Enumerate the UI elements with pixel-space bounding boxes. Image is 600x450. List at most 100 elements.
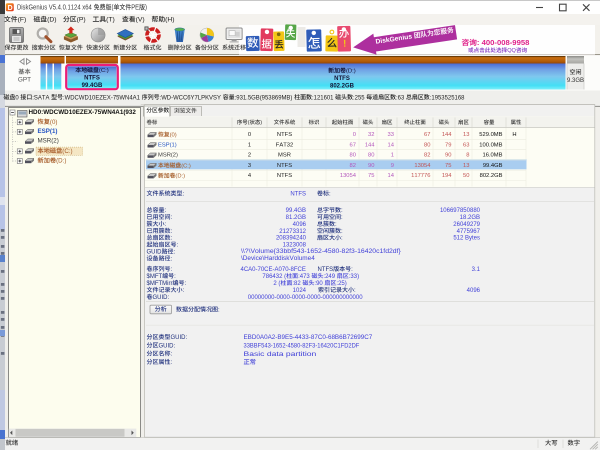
- svg-text:100.0MB: 100.0MB: [479, 142, 502, 148]
- svg-text:802.2GB: 802.2GB: [330, 83, 355, 89]
- svg-text::121601: :121601: [312, 95, 334, 101]
- svg-text:208394240: 208394240: [276, 236, 307, 242]
- svg-text::90: :90: [314, 281, 323, 287]
- svg-text:(T): (T): [106, 17, 115, 24]
- svg-text:NTFS: NTFS: [277, 173, 292, 179]
- svg-text:GUID: GUID: [147, 250, 163, 256]
- svg-text:21273312: 21273312: [279, 229, 306, 235]
- svg-text:8: 8: [466, 153, 469, 159]
- svg-text:(H): (H): [165, 17, 174, 24]
- svg-text:): ): [260, 120, 262, 126]
- svg-text:(V): (V): [136, 17, 145, 24]
- svg-text:13: 13: [463, 132, 469, 138]
- svg-text:4096: 4096: [467, 288, 481, 294]
- svg-text:NTFS: NTFS: [334, 76, 350, 82]
- svg-text:80: 80: [350, 153, 356, 159]
- svg-text:63: 63: [463, 142, 469, 148]
- svg-text:MSR: MSR: [278, 153, 291, 159]
- svg-text:13: 13: [463, 163, 469, 169]
- svg-text:79: 79: [445, 142, 451, 148]
- svg-text:(C:): (C:): [62, 148, 72, 155]
- svg-text:\Device\HarddiskVolume4: \Device\HarddiskVolume4: [241, 255, 315, 262]
- svg-text:(0): (0): [170, 132, 177, 138]
- svg-text:EBD0A0A2-B9E5-4433-87C0-68B6B7: EBD0A0A2-B9E5-4433-87C0-68B6B72699C7: [244, 334, 373, 341]
- svg-text:194: 194: [442, 173, 452, 179]
- svg-text::WD-WCC6Y7LPKVSY: :WD-WCC6Y7LPKVSY: [160, 95, 221, 101]
- svg-text:1024: 1024: [293, 288, 307, 294]
- svg-text:3: 3: [248, 163, 251, 169]
- svg-text:16.0MB: 16.0MB: [483, 153, 503, 159]
- svg-text:80: 80: [368, 153, 374, 159]
- svg-text:(D:): (D:): [56, 158, 66, 165]
- svg-text:NTFS: NTFS: [277, 163, 292, 169]
- svg-text:(D:): (D:): [346, 69, 356, 75]
- svg-text:3.1: 3.1: [472, 267, 481, 273]
- svg-text::931.5GB(953869MB): :931.5GB(953869MB): [235, 95, 293, 101]
- svg-text:ESP(1): ESP(1): [158, 142, 177, 148]
- svg-text::1953525168: :1953525168: [430, 95, 465, 101]
- svg-text::WDCWD10EZEX-75WN4A1: :WDCWD10EZEX-75WN4A1: [63, 95, 140, 101]
- svg-text:4775967: 4775967: [457, 229, 481, 235]
- svg-text:106697850880: 106697850880: [440, 208, 481, 214]
- svg-text:MSR(2): MSR(2): [38, 138, 59, 145]
- svg-text:(P): (P): [77, 17, 86, 24]
- svg-text:33: 33: [388, 132, 394, 138]
- svg-text::255: :255: [353, 95, 365, 101]
- svg-text:512 Bytes: 512 Bytes: [453, 236, 480, 242]
- svg-text:D: D: [8, 5, 13, 12]
- svg-text:802.2GB: 802.2GB: [480, 173, 503, 179]
- svg-text:90: 90: [445, 153, 451, 159]
- svg-text:90: 90: [368, 163, 374, 169]
- svg-text:0: 0: [353, 132, 356, 138]
- svg-text:: 400-008-9958: : 400-008-9958: [477, 38, 530, 47]
- svg-text:H: H: [512, 132, 516, 138]
- svg-text:117776: 117776: [411, 173, 430, 179]
- svg-text:NTFS: NTFS: [277, 132, 292, 138]
- svg-text:): ): [145, 4, 147, 12]
- svg-text::25): :25): [336, 281, 346, 287]
- svg-text:786432 (: 786432 (: [262, 274, 286, 280]
- svg-text:PE: PE: [131, 4, 139, 12]
- svg-text:FAT32: FAT32: [276, 142, 293, 148]
- svg-text:HD0:WDCWD10EZEX-75WN4A1(932: HD0:WDCWD10EZEX-75WN4A1(932: [29, 109, 137, 116]
- svg-text:144: 144: [365, 142, 375, 148]
- svg-text:(C:): (C:): [99, 68, 109, 74]
- svg-text:14: 14: [388, 142, 395, 148]
- svg-text:67: 67: [424, 132, 430, 138]
- svg-text::473: :473: [298, 274, 310, 280]
- svg-text:81.2GB: 81.2GB: [286, 215, 306, 221]
- svg-text:GPT: GPT: [18, 76, 31, 83]
- svg-text:\\?\Volume{33bbf543-1652-4580-: \\?\Volume{33bbf543-1652-4580-82f3-16420…: [241, 248, 402, 255]
- svg-text:67: 67: [350, 142, 356, 148]
- svg-text:$MFTMirr: $MFTMirr: [147, 281, 173, 287]
- svg-text:529.0MB: 529.0MB: [479, 132, 502, 138]
- svg-text:ESP(1): ESP(1): [38, 128, 58, 135]
- svg-text::SATA: :SATA: [32, 95, 50, 101]
- svg-text:13054: 13054: [414, 163, 431, 169]
- svg-text:$MFT: $MFT: [147, 274, 163, 280]
- svg-text:NTFS: NTFS: [84, 76, 100, 82]
- svg-text:GUID:: GUID:: [171, 335, 188, 341]
- svg-text:(D:): (D:): [175, 174, 185, 180]
- svg-text:2: 2: [248, 153, 251, 159]
- svg-text:(C:): (C:): [181, 163, 191, 169]
- svg-text:NTFS: NTFS: [318, 267, 334, 273]
- svg-text::63: :63: [396, 95, 405, 101]
- svg-text:4CA0-70CE-A070-8FCE: 4CA0-70CE-A070-8FCE: [241, 267, 306, 273]
- svg-text:99.4GB: 99.4GB: [286, 208, 306, 214]
- svg-text:99.4GB: 99.4GB: [82, 83, 103, 89]
- svg-text:18.2GB: 18.2GB: [460, 215, 480, 221]
- svg-text:80: 80: [424, 142, 430, 148]
- svg-text:1: 1: [391, 153, 394, 159]
- svg-text:82: 82: [350, 163, 356, 169]
- svg-text:0: 0: [248, 132, 251, 138]
- svg-text:32: 32: [368, 132, 374, 138]
- svg-text:75: 75: [368, 173, 374, 179]
- svg-text:MSR(2): MSR(2): [158, 153, 178, 159]
- svg-text:1: 1: [248, 142, 251, 148]
- svg-text:(: (: [248, 120, 250, 126]
- svg-text:(0): (0): [50, 119, 58, 126]
- svg-text:82: 82: [424, 153, 430, 159]
- svg-text:26049279: 26049279: [453, 222, 480, 228]
- svg-text:14: 14: [388, 173, 395, 179]
